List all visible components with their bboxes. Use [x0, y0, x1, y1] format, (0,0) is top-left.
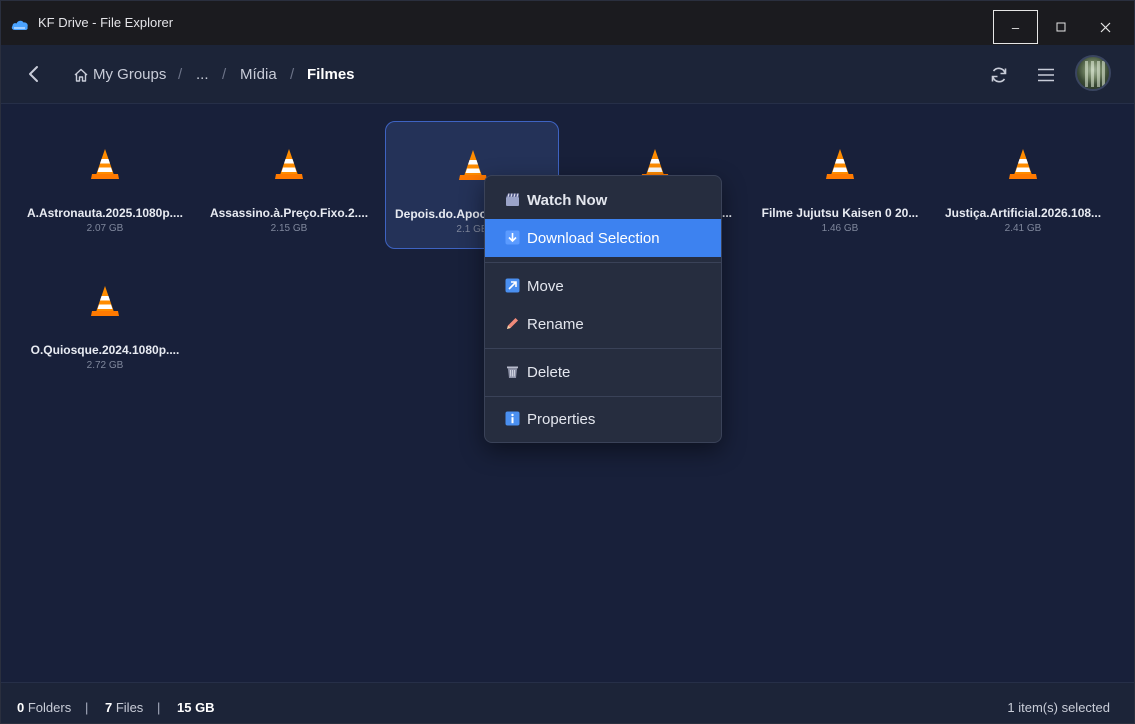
move-arrow-icon	[505, 278, 520, 293]
breadcrumb-separator: /	[222, 66, 227, 83]
file-name: A.Astronauta.2025.1080p....	[26, 206, 184, 220]
file-item[interactable]: Assassino.à.Preço.Fixo.2.... 2.15 GB	[202, 121, 376, 249]
breadcrumb-midia[interactable]: Mídia	[240, 66, 277, 83]
vlc-cone-icon	[826, 149, 854, 179]
title-bar: KF Drive - File Explorer –	[1, 1, 1134, 45]
file-size: 1.46 GB	[821, 223, 859, 234]
files-count: 7 Files	[105, 700, 144, 715]
vlc-cone-icon	[1009, 149, 1037, 179]
menu-item-label: Move	[527, 278, 564, 295]
menu-divider	[485, 396, 721, 397]
breadcrumb-ellipsis[interactable]: ...	[196, 66, 209, 83]
context-menu: Watch Now Download Selection Move Rename	[484, 175, 722, 443]
trash-icon	[507, 366, 518, 378]
file-item[interactable]: Filme Jujutsu Kaisen 0 20... 1.46 GB	[753, 121, 927, 249]
menu-item-delete[interactable]: Delete	[485, 353, 721, 391]
file-name: O.Quiosque.2024.1080p....	[30, 343, 180, 357]
selection-status: 1 item(s) selected	[1007, 700, 1110, 715]
file-name: Filme Jujutsu Kaisen 0 20...	[761, 206, 919, 220]
file-item[interactable]: O.Quiosque.2024.1080p.... 2.72 GB	[18, 258, 192, 386]
download-arrow-icon	[505, 230, 520, 245]
status-separator: |	[85, 700, 89, 715]
window-title: KF Drive - File Explorer	[38, 15, 174, 30]
app-window: KF Drive - File Explorer – My Groups / .…	[0, 0, 1135, 724]
navigation-bar: My Groups / ... / Mídia / Filmes	[1, 45, 1134, 104]
total-size: 15 GB	[177, 700, 215, 715]
menu-item-label: Delete	[527, 364, 571, 381]
file-item[interactable]: A.Astronauta.2025.1080p.... 2.07 GB	[18, 121, 192, 249]
file-size: 2.07 GB	[86, 223, 124, 234]
menu-item-properties[interactable]: Properties	[485, 400, 721, 438]
clapper-icon	[506, 193, 519, 206]
menu-item-label: Properties	[527, 411, 596, 428]
refresh-icon[interactable]	[988, 64, 1010, 86]
breadcrumb-current-filmes: Filmes	[307, 66, 355, 83]
menu-item-download-selection[interactable]: Download Selection	[485, 219, 721, 257]
back-arrow-icon[interactable]	[23, 63, 45, 85]
close-button[interactable]	[1083, 10, 1128, 44]
file-name: Justiça.Artificial.2026.108...	[944, 206, 1102, 220]
minimize-button[interactable]: –	[993, 10, 1038, 44]
menu-item-watch-now[interactable]: Watch Now	[485, 181, 721, 219]
cloud-icon	[11, 20, 28, 30]
menu-divider	[485, 262, 721, 263]
status-bar: 0 Folders | 7 Files | 15 GB 1 item(s) se…	[1, 682, 1134, 723]
home-icon[interactable]	[73, 67, 89, 83]
avatar[interactable]	[1075, 55, 1111, 91]
file-size: 2.41 GB	[1004, 223, 1042, 234]
folders-count: 0 Folders	[17, 700, 72, 715]
file-size: 2.15 GB	[270, 223, 308, 234]
breadcrumb-separator: /	[290, 66, 295, 83]
close-icon	[1100, 22, 1111, 32]
status-separator: |	[157, 700, 161, 715]
vlc-cone-icon	[91, 286, 119, 316]
maximize-icon	[1056, 22, 1065, 32]
file-name: Assassino.à.Preço.Fixo.2....	[209, 206, 369, 220]
breadcrumb-my-groups[interactable]: My Groups	[93, 66, 166, 83]
maximize-button[interactable]	[1038, 10, 1083, 44]
info-icon	[505, 411, 520, 426]
breadcrumb-separator: /	[178, 66, 183, 83]
file-size: 2.72 GB	[86, 360, 124, 371]
pencil-icon	[507, 318, 518, 329]
menu-item-rename[interactable]: Rename	[485, 305, 721, 343]
menu-item-label: Download Selection	[527, 230, 660, 247]
menu-item-label: Rename	[527, 316, 584, 333]
menu-item-label: Watch Now	[527, 192, 608, 209]
menu-item-move[interactable]: Move	[485, 267, 721, 305]
menu-icon[interactable]	[1035, 64, 1057, 86]
vlc-cone-icon	[459, 150, 487, 180]
file-item[interactable]: Justiça.Artificial.2026.108... 2.41 GB	[936, 121, 1110, 249]
menu-divider	[485, 348, 721, 349]
vlc-cone-icon	[91, 149, 119, 179]
vlc-cone-icon	[275, 149, 303, 179]
